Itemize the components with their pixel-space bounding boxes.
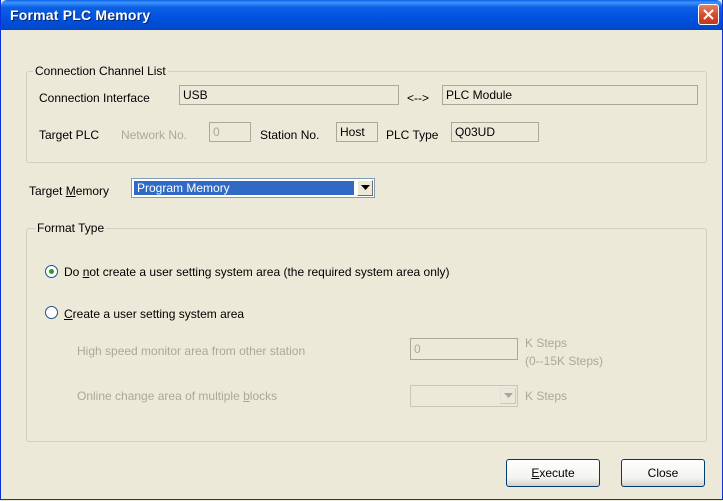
online-change-select[interactable]	[410, 385, 518, 407]
target-plc-label: Target PLC	[39, 128, 100, 142]
close-button[interactable]: Close	[621, 459, 705, 487]
station-no-field: Host	[336, 122, 378, 142]
online-change-dropdown-button[interactable]	[500, 388, 516, 404]
connection-interface-field: USB	[179, 85, 399, 105]
connection-arrow: <-->	[407, 91, 430, 105]
online-change-label: Online change area of multiple blocks	[77, 389, 278, 403]
title-bar[interactable]: Format PLC Memory	[1, 0, 722, 30]
online-change-unit: K Steps	[525, 389, 568, 403]
hs-monitor-range: (0--15K Steps)	[525, 354, 604, 368]
radio-required-area-only[interactable]	[45, 265, 58, 278]
dropdown-button[interactable]	[357, 180, 373, 196]
network-no-label: Network No.	[121, 128, 188, 142]
target-memory-selected: Program Memory	[134, 181, 354, 195]
chevron-down-icon	[361, 185, 370, 190]
plc-type-label: PLC Type	[386, 128, 439, 142]
chevron-down-icon	[504, 393, 513, 398]
format-type-legend: Format Type	[35, 221, 107, 235]
option-required-area-only-label[interactable]: Do not create a user setting system area…	[64, 265, 450, 279]
close-icon	[703, 9, 714, 20]
hs-monitor-label: High speed monitor area from other stati…	[77, 344, 306, 358]
format-plc-memory-dialog: Format PLC Memory Connection Channel Lis…	[0, 0, 723, 500]
connection-interface-label: Connection Interface	[39, 91, 150, 105]
network-no-field: 0	[209, 122, 251, 142]
target-memory-select[interactable]: Program Memory	[131, 178, 375, 198]
radio-selected-dot	[49, 269, 54, 274]
plc-type-field: Q03UD	[451, 122, 539, 142]
target-memory-label: Target Memory	[29, 184, 110, 198]
option-create-user-area-label[interactable]: Create a user setting system area	[64, 307, 244, 321]
format-type-group: Format Type	[26, 221, 707, 442]
connection-channel-legend: Connection Channel List	[33, 64, 168, 78]
plc-module-field: PLC Module	[442, 85, 698, 105]
station-no-label: Station No.	[260, 128, 320, 142]
hs-monitor-unit: K Steps	[525, 336, 568, 350]
close-window-button[interactable]	[698, 4, 719, 25]
radio-create-user-area[interactable]	[45, 306, 58, 319]
hs-monitor-field[interactable]: 0	[410, 338, 518, 360]
dialog-title: Format PLC Memory	[10, 7, 151, 23]
execute-button[interactable]: Execute	[506, 459, 600, 487]
